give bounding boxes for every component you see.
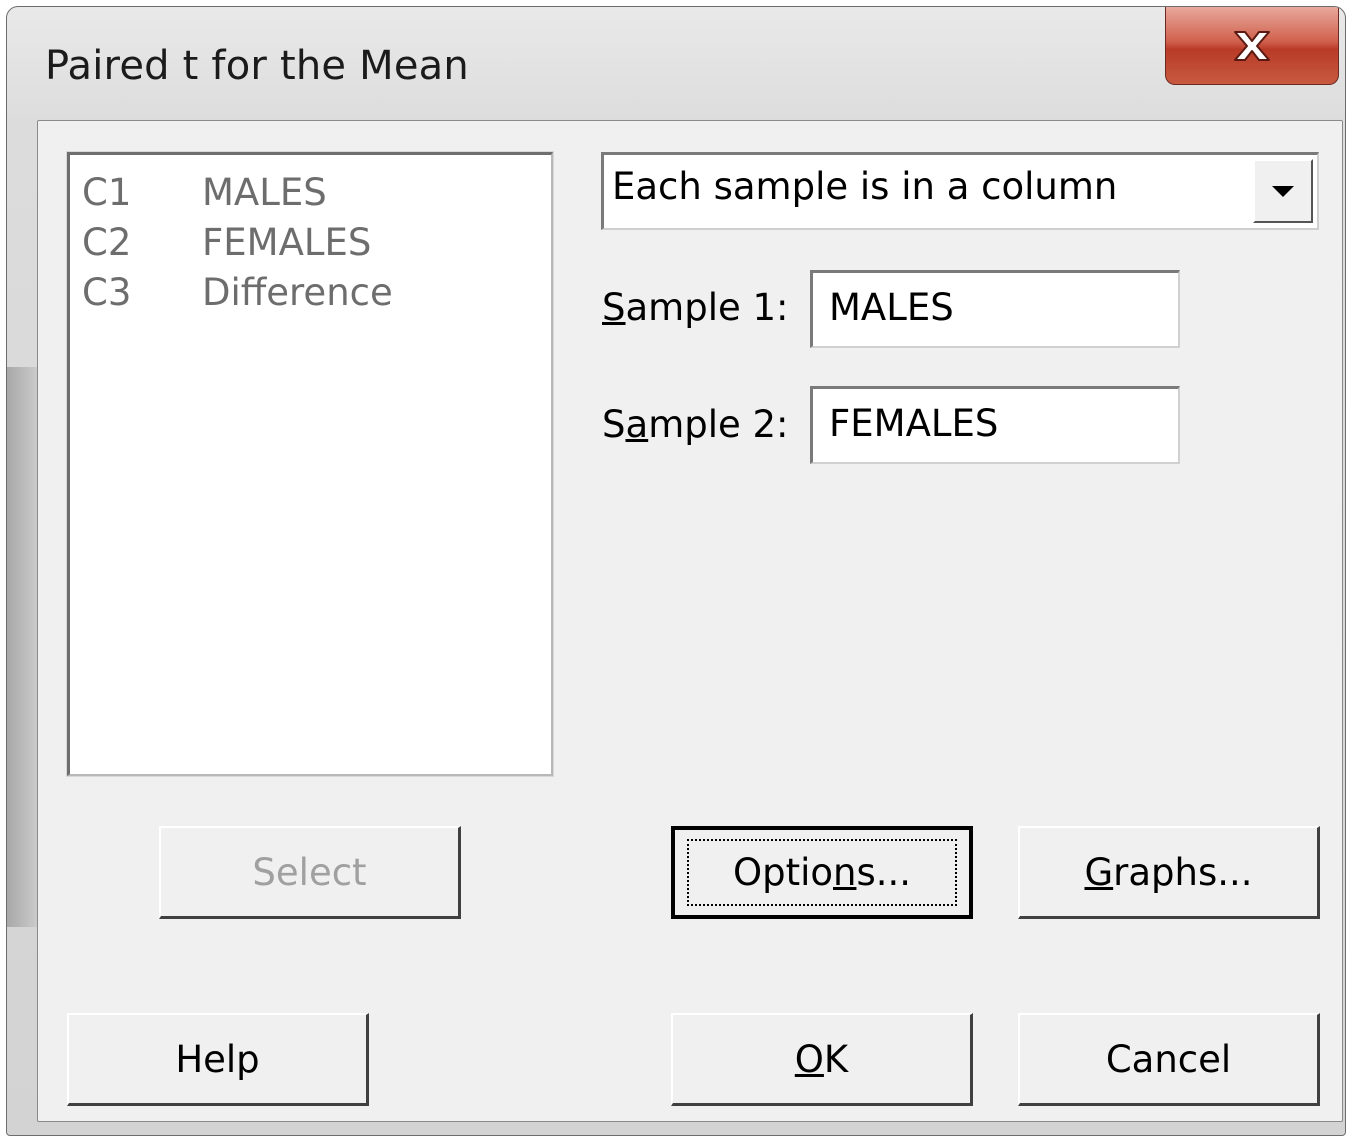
chevron-down-icon (1272, 185, 1294, 197)
window-edge-shadow (7, 367, 41, 927)
sample2-label: Sample 2: (602, 403, 789, 446)
select-button[interactable]: Select (159, 826, 461, 919)
column-id: C2 (82, 220, 132, 264)
column-id: C3 (82, 270, 132, 314)
dialog-title: Paired t for the Mean (45, 43, 469, 89)
dialog-window: Paired t for the Mean C1 MALES C2 FEMALE… (6, 6, 1346, 1136)
dropdown-button[interactable] (1253, 159, 1313, 223)
variable-list[interactable]: C1 MALES C2 FEMALES C3 Difference (66, 151, 554, 777)
help-button[interactable]: Help (67, 1013, 369, 1106)
sample1-label: Sample 1: (602, 286, 789, 329)
cancel-button[interactable]: Cancel (1018, 1013, 1320, 1106)
list-item[interactable]: C1 MALES (70, 167, 551, 217)
sample2-input[interactable]: FEMALES (810, 386, 1180, 464)
column-name: Difference (202, 270, 393, 314)
column-name: FEMALES (202, 220, 372, 264)
dialog-client-area: C1 MALES C2 FEMALES C3 Difference Each s… (37, 120, 1343, 1122)
list-item[interactable]: C3 Difference (70, 267, 551, 317)
column-name: MALES (202, 170, 327, 214)
sample-layout-value: Each sample is in a column (612, 165, 1118, 208)
sample1-input[interactable]: MALES (810, 270, 1180, 348)
options-button[interactable]: Optio n s... (671, 826, 973, 919)
sample-layout-select[interactable]: Each sample is in a column (601, 152, 1319, 230)
list-item[interactable]: C2 FEMALES (70, 217, 551, 267)
graphs-button[interactable]: Graphs... (1018, 826, 1320, 919)
ok-button[interactable]: OK (671, 1013, 973, 1106)
column-id: C1 (82, 170, 132, 214)
close-x-icon (1234, 30, 1270, 61)
close-button[interactable] (1165, 7, 1339, 85)
